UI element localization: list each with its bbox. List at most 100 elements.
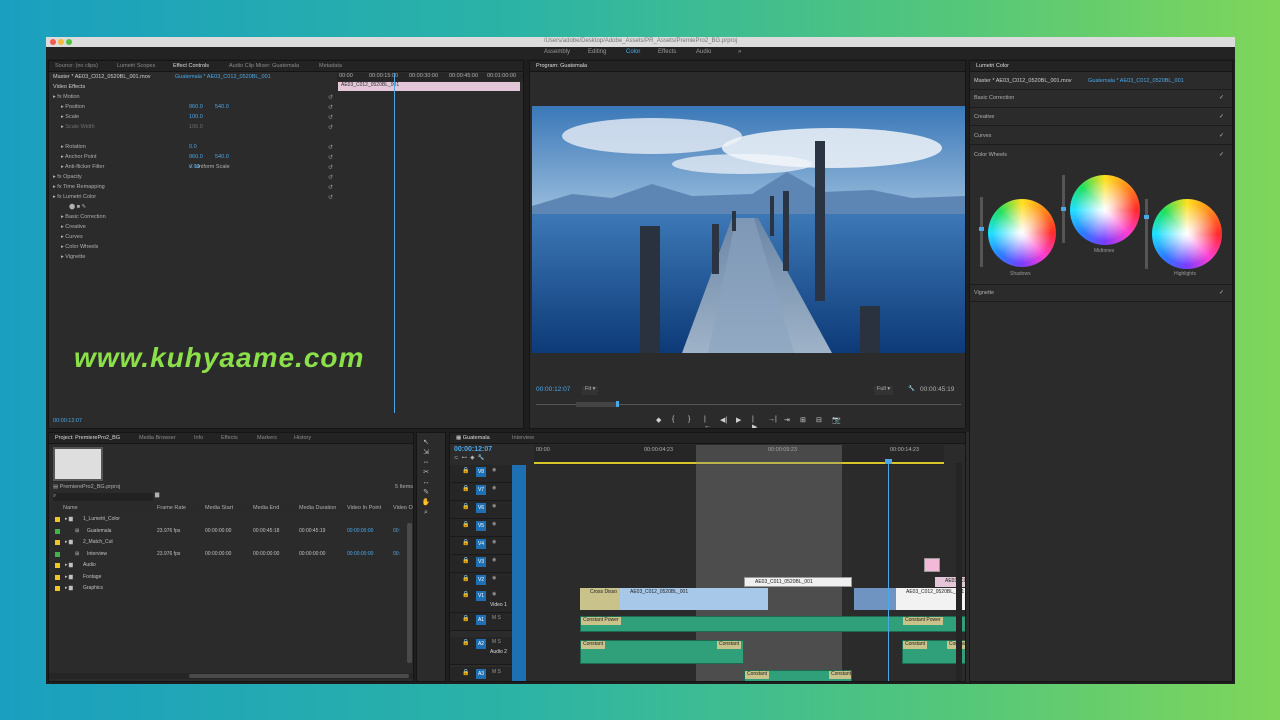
effect-row[interactable]: ▸ fx Motion (53, 94, 80, 103)
track-header-v7[interactable]: 🔒 V7 ◉ (450, 483, 512, 501)
tab-audio-clip-mixer[interactable]: Audio Clip Mixer: Guatemala (229, 63, 299, 69)
tab-interview[interactable]: Interview (512, 435, 534, 441)
effect-row[interactable]: ⬤ ■ ✎ (69, 204, 86, 213)
tab-media-browser[interactable]: Media Browser (139, 435, 176, 441)
ellipse-mask-icon[interactable]: ⬤ (69, 204, 75, 210)
project-row[interactable]: ▸ ▆ 1_Lumetri_Color (53, 516, 408, 526)
transport-button[interactable]: ◆ (656, 416, 661, 424)
track-header-v1[interactable]: 🔒 V1 ◉ Video 1 (450, 589, 512, 613)
program-scrubber[interactable] (536, 401, 961, 407)
effect-row[interactable]: ▸ Anti-flicker Filter (61, 164, 104, 173)
lock-icon[interactable]: 🔒 (462, 467, 469, 474)
slip-tool-icon[interactable]: ↔ (421, 479, 431, 487)
transport-button[interactable]: ⇥ (784, 416, 790, 424)
program-timecode[interactable]: 00:00:12:07 (536, 386, 570, 395)
mini-playhead[interactable] (394, 73, 395, 413)
tab-markers[interactable]: Markers (257, 435, 277, 441)
eye-icon[interactable]: ◉ (492, 557, 496, 563)
program-playhead[interactable] (616, 401, 619, 407)
lock-icon[interactable]: 🔒 (462, 669, 469, 676)
clip-v1-c[interactable]: AE03_C012_0520BL_001 (854, 588, 965, 610)
track-header-a3[interactable]: 🔒 A3 M S (450, 667, 512, 681)
mini-timeline-ruler[interactable]: 00:00 00:00:15:00 00:00:30:00 00:00:45:0… (337, 73, 523, 81)
lumetri-vignette[interactable]: Vignette (974, 290, 994, 296)
workspace-effects[interactable]: Effects (658, 49, 676, 55)
vignette-checkbox[interactable]: ✓ (1219, 289, 1224, 296)
project-row[interactable]: ▸ ▆ Audio (53, 562, 408, 572)
project-row[interactable]: ▸ ▆ Footage (53, 574, 408, 584)
timeline-timecode[interactable]: 00:00:12:07 (454, 446, 492, 455)
project-row[interactable]: ▸ ▆ 2_Match_Cut (53, 539, 408, 549)
mute-solo-icon[interactable]: M S (492, 669, 501, 675)
mute-solo-icon[interactable]: M S (492, 639, 501, 645)
color-wheels-checkbox[interactable]: ✓ (1219, 151, 1224, 158)
transport-button[interactable]: ◀| (720, 416, 727, 424)
lock-icon[interactable]: 🔒 (462, 575, 469, 582)
settings-wrench-icon[interactable]: 🔧 (478, 455, 485, 461)
workspace-audio[interactable]: Audio (696, 49, 711, 55)
tab-info[interactable]: Info (194, 435, 203, 441)
effect-row[interactable]: ▸ Curves (61, 234, 83, 243)
transport-button[interactable]: ⊟ (816, 416, 822, 424)
effect-value-2[interactable]: 540.0 (215, 104, 229, 113)
ripple-edit-tool-icon[interactable]: ⇔ (421, 459, 431, 467)
reset-icon[interactable]: ↺ (328, 174, 333, 181)
tab-lumetri-color[interactable]: Lumetri Color (976, 63, 1009, 69)
track-header-v8[interactable]: 🔒 V8 ◉ (450, 465, 512, 483)
transition-v1-a[interactable]: Cross Disso (580, 588, 620, 610)
audio-clip-a1[interactable]: Constant Power Constant Power (580, 616, 965, 632)
lumetri-sequence-label[interactable]: Guatemala * AE03_C012_0520BL_001 (1088, 78, 1184, 87)
mini-timeline-clip[interactable]: AE03_C012_0520BL_001 (338, 82, 520, 91)
transport-button[interactable]: ▶ (736, 416, 741, 424)
lock-icon[interactable]: 🔒 (462, 615, 469, 622)
shadows-wheel[interactable] (988, 199, 1056, 267)
effect-row[interactable]: ▸ fx Opacity (53, 174, 82, 183)
effect-row[interactable]: ▸ Anchor Point (61, 154, 97, 163)
reset-icon[interactable]: ↺ (328, 184, 333, 191)
lumetri-color-wheels[interactable]: Color Wheels (974, 152, 1007, 158)
effect-row[interactable]: ▸ fx Lumetri Color (53, 194, 96, 203)
pen-tool-icon[interactable]: ✎ (421, 489, 431, 497)
add-marker-icon[interactable]: ◆ (470, 455, 474, 461)
midtones-slider[interactable] (1061, 175, 1066, 243)
tab-effects[interactable]: Effects (221, 435, 238, 441)
mute-solo-icon[interactable]: M S (492, 615, 501, 621)
fit-dropdown[interactable]: Fit ▾ (582, 386, 599, 395)
creative-checkbox[interactable]: ✓ (1219, 113, 1224, 120)
track-header-v3[interactable]: 🔒 V3 ◉ (450, 555, 512, 573)
effect-row[interactable]: ▸ Scale Width (61, 124, 95, 133)
tab-effect-controls[interactable]: Effect Controls (173, 63, 209, 69)
effect-value-1[interactable]: 0.0 (189, 144, 197, 153)
project-row[interactable]: ⊞ Guatemala 23.976 fps 00:00:00:00 00:00:45:… (53, 528, 408, 538)
workspace-overflow[interactable]: » (738, 49, 741, 55)
project-thumbnail[interactable] (53, 447, 103, 481)
shadows-slider[interactable] (979, 197, 984, 267)
tab-source[interactable]: Source: (no clips) (55, 63, 98, 69)
master-clip-label[interactable]: Master * AE03_C012_0520BL_001.mov (53, 74, 151, 83)
effect-value-1[interactable]: 100.0 (189, 124, 203, 133)
project-column-0[interactable]: Name (63, 505, 78, 514)
eye-icon[interactable]: ◉ (492, 521, 496, 527)
track-header-a1[interactable]: 🔒 A1 M S (450, 613, 512, 631)
effect-row[interactable]: ▸ Rotation (61, 144, 86, 153)
highlights-slider[interactable] (1144, 199, 1149, 269)
reset-icon[interactable]: ↺ (328, 194, 333, 201)
eye-icon[interactable]: ◉ (492, 575, 496, 581)
eye-icon[interactable]: ◉ (492, 503, 496, 509)
clip-v2-a[interactable]: AE03_C011_0520BL_001 (744, 577, 852, 587)
lock-icon[interactable]: 🔒 (462, 591, 469, 598)
transport-button[interactable]: } (688, 416, 690, 423)
sequence-clip-label[interactable]: Guatemala * AE03_C012_0520BL_001 (175, 74, 271, 83)
effect-row[interactable]: ▸ fx Time Remapping (53, 184, 105, 193)
project-column-6[interactable]: Video Ou (393, 505, 413, 514)
video-frame[interactable] (532, 106, 966, 353)
snap-icon[interactable]: ⊂ (454, 455, 459, 461)
track-select-tool-icon[interactable]: ⇲ (421, 449, 431, 457)
reset-icon[interactable]: ↺ (328, 124, 333, 131)
eye-icon[interactable]: ◉ (492, 467, 496, 473)
track-header-a2[interactable]: 🔒 A2 M S Audio 2 (450, 637, 512, 665)
rect-mask-icon[interactable]: ■ (77, 204, 80, 210)
reset-icon[interactable]: ↺ (328, 94, 333, 101)
tab-metadata[interactable]: Metadata (319, 63, 342, 69)
reset-icon[interactable]: ↺ (328, 154, 333, 161)
